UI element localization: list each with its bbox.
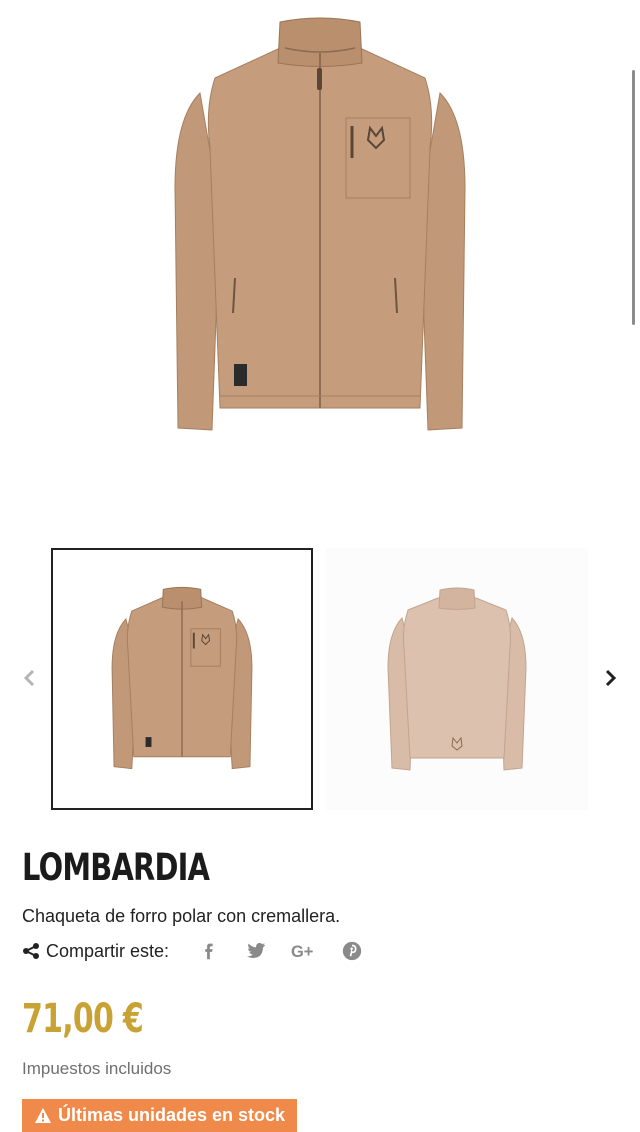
thumbnail-front[interactable]: [51, 548, 313, 810]
social-links: G+: [195, 939, 387, 963]
svg-text:G+: G+: [291, 943, 313, 961]
product-description: Chaqueta de forro polar con cremallera.: [22, 906, 341, 926]
thumbnail-back[interactable]: [326, 548, 588, 810]
page-scrollbar[interactable]: [632, 70, 635, 325]
share-label: Compartir este:: [46, 940, 170, 961]
carousel-prev-button[interactable]: [18, 666, 42, 690]
stock-badge-label: Últimas unidades en stock: [58, 1105, 286, 1125]
share-icon: [23, 943, 39, 959]
main-product-image[interactable]: [120, 8, 520, 448]
carousel-next-button[interactable]: [598, 666, 622, 690]
twitter-icon[interactable]: [243, 939, 269, 963]
pinterest-icon[interactable]: [339, 939, 365, 963]
share-row: Compartir este: G+: [22, 938, 387, 964]
tax-note: Impuestos incluidos: [22, 1059, 172, 1078]
facebook-icon[interactable]: [195, 939, 221, 963]
chevron-right-icon: [605, 669, 617, 687]
google-plus-icon[interactable]: G+: [291, 939, 317, 963]
thumbnail-carousel: [0, 548, 640, 812]
stock-badge: Últimas unidades en stock: [22, 1099, 298, 1132]
chevron-left-icon: [23, 669, 35, 687]
product-title: LOMBARDIA: [22, 846, 210, 889]
warning-icon: [35, 1107, 51, 1123]
product-price: 71,00 €: [22, 996, 144, 1042]
